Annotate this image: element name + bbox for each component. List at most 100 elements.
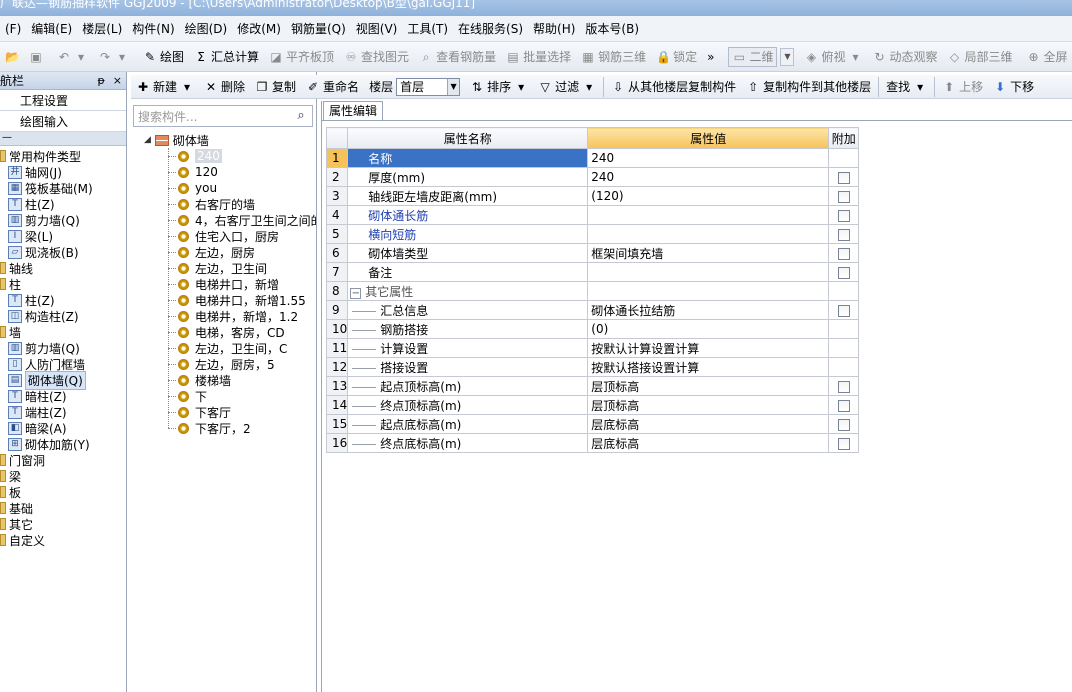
- nav-tree-folder[interactable]: 基础: [0, 500, 126, 516]
- nav-tree-item[interactable]: ▥ 剪力墙(Q): [0, 340, 126, 356]
- extra-checkbox[interactable]: [837, 247, 850, 260]
- menu-item[interactable]: 楼层(L): [77, 16, 127, 41]
- find-element-button[interactable]: ♾ 查找图元: [339, 45, 414, 69]
- property-value-cell[interactable]: 层底标高: [587, 414, 830, 434]
- property-row[interactable]: 16 终点底标高(m) 层底标高: [325, 433, 860, 453]
- component-list-item[interactable]: 左边，厨房，5: [138, 356, 316, 372]
- property-row[interactable]: 5 横向短筋: [325, 224, 860, 244]
- flush-slab-button[interactable]: ◪ 平齐板顶: [264, 45, 339, 69]
- menu-item[interactable]: 版本号(B): [580, 16, 644, 41]
- nav-tree-item[interactable]: T 柱(Z): [0, 196, 126, 212]
- nav-tree-folder[interactable]: 轴线: [0, 260, 126, 276]
- redo-button[interactable]: ↷ ▾: [93, 45, 134, 69]
- fullscreen-button[interactable]: ⊕ 全屏: [1022, 45, 1072, 69]
- menu-item[interactable]: 视图(V): [351, 16, 403, 41]
- open-button[interactable]: 📂: [0, 45, 24, 69]
- tab-property-edit[interactable]: 属性编辑: [323, 101, 383, 121]
- component-list-item[interactable]: 左边，卫生间，C: [138, 340, 316, 356]
- menu-item[interactable]: 绘图(D): [180, 16, 233, 41]
- copy-from-floor-button[interactable]: ⇩ 从其他楼层复制构件: [606, 75, 741, 98]
- floor-select[interactable]: 首层 ▼: [396, 77, 461, 96]
- new-component-button[interactable]: ✚ 新建 ▾: [131, 75, 199, 98]
- lock-button[interactable]: 🔒 锁定: [651, 45, 702, 69]
- property-value-cell[interactable]: (120): [587, 186, 830, 206]
- rename-component-button[interactable]: ✐ 重命名: [301, 75, 364, 98]
- chevron-down-icon[interactable]: ▼: [780, 47, 795, 66]
- property-value-cell[interactable]: 按默认搭接设置计算: [587, 357, 830, 377]
- menu-item[interactable]: 在线服务(S): [453, 16, 528, 41]
- property-value-cell[interactable]: 240: [587, 167, 830, 187]
- property-value-cell[interactable]: 层顶标高: [587, 376, 830, 396]
- find-button[interactable]: 查找 ▾: [881, 75, 932, 98]
- component-list-item[interactable]: 左边，卫生间: [138, 260, 316, 276]
- component-list-item[interactable]: 下客厅: [138, 404, 316, 420]
- nav-tree-folder[interactable]: 梁: [0, 468, 126, 484]
- rebar-3d-button[interactable]: ▦ 钢筋三维: [576, 45, 651, 69]
- menu-item[interactable]: 修改(M): [232, 16, 286, 41]
- property-row[interactable]: 13 起点顶标高(m) 层顶标高: [325, 376, 860, 396]
- view-rebar-button[interactable]: ⌕ 查看钢筋量: [414, 45, 501, 69]
- property-row[interactable]: 11 计算设置 按默认计算设置计算: [325, 338, 860, 358]
- menu-item[interactable]: 帮助(H): [528, 16, 580, 41]
- extra-checkbox[interactable]: [837, 380, 850, 393]
- save-button[interactable]: ▣: [24, 45, 48, 69]
- nav-tree-folder[interactable]: 板: [0, 484, 126, 500]
- component-tree-root[interactable]: ◢ 砌体墙: [138, 132, 316, 148]
- property-value-cell[interactable]: 框架间填充墙: [587, 243, 830, 263]
- sum-calc-button[interactable]: Σ 汇总计算: [189, 45, 264, 69]
- nav-collapse-strip[interactable]: —: [0, 132, 126, 146]
- nav-tree-folder[interactable]: 其它: [0, 516, 126, 532]
- menu-item[interactable]: 钢筋量(Q): [286, 16, 351, 41]
- draw-button[interactable]: ✎ 绘图: [138, 45, 189, 69]
- component-search-input[interactable]: 搜索构件... ⌕: [133, 105, 313, 127]
- pin-icon[interactable]: ᵽ: [97, 74, 104, 87]
- nav-tree-item[interactable]: ◧ 暗梁(A): [0, 420, 126, 436]
- nav-tree-folder[interactable]: 常用构件类型: [0, 148, 126, 164]
- menu-item[interactable]: 工具(T): [402, 16, 453, 41]
- collapse-icon[interactable]: −: [350, 287, 362, 299]
- extra-checkbox[interactable]: [837, 171, 850, 184]
- move-down-button[interactable]: ⬇ 下移: [988, 75, 1039, 98]
- nav-tree-folder[interactable]: 墙: [0, 324, 126, 340]
- filter-button[interactable]: ▽ 过滤 ▾: [533, 75, 601, 98]
- nav-tree-item[interactable]: T 暗柱(Z): [0, 388, 126, 404]
- property-value-cell[interactable]: [587, 262, 830, 282]
- move-up-button[interactable]: ⬆ 上移: [937, 75, 988, 98]
- property-value-cell[interactable]: 按默认计算设置计算: [587, 338, 830, 358]
- undo-button[interactable]: ↶ ▾: [52, 45, 93, 69]
- component-list-item[interactable]: you: [138, 180, 316, 196]
- extra-checkbox[interactable]: [837, 209, 850, 222]
- component-list-item[interactable]: 住宅入口，厨房: [138, 228, 316, 244]
- extra-checkbox[interactable]: [837, 399, 850, 412]
- nav-tree-item[interactable]: ▱ 现浇板(B): [0, 244, 126, 260]
- component-list-item[interactable]: 下客厅，2: [138, 420, 316, 436]
- property-row[interactable]: 9 汇总信息 砌体通长拉结筋: [325, 300, 860, 320]
- component-list-item[interactable]: 240: [138, 148, 316, 164]
- nav-tree-item[interactable]: ▦ 筏板基础(M): [0, 180, 126, 196]
- sort-button[interactable]: ⇅ 排序 ▾: [465, 75, 533, 98]
- nav-tree-item[interactable]: ▥ 剪力墙(Q): [0, 212, 126, 228]
- chevron-down-icon[interactable]: ▼: [447, 78, 460, 95]
- property-value-cell[interactable]: 层底标高: [587, 433, 830, 453]
- nav-tree-item[interactable]: 井轴网(J): [0, 164, 126, 180]
- extra-checkbox[interactable]: [837, 190, 850, 203]
- dynamic-view-button[interactable]: ↻ 动态观察: [868, 45, 943, 69]
- property-row[interactable]: 8− 其它属性: [325, 281, 860, 301]
- nav-tree-item[interactable]: T 端柱(Z): [0, 404, 126, 420]
- top-view-button[interactable]: ◈ 俯视 ▾: [799, 45, 867, 69]
- extra-checkbox[interactable]: [837, 228, 850, 241]
- property-row[interactable]: 6 砌体墙类型 框架间填充墙: [325, 243, 860, 263]
- view-mode-combo[interactable]: ▭ 二维 ▼: [723, 45, 799, 69]
- property-row[interactable]: 12 搭接设置 按默认搭接设置计算: [325, 357, 860, 377]
- property-row[interactable]: 7 备注: [325, 262, 860, 282]
- component-list-item[interactable]: 楼梯墙: [138, 372, 316, 388]
- nav-tree-folder[interactable]: 柱: [0, 276, 126, 292]
- property-value-cell[interactable]: (0): [587, 319, 830, 339]
- component-list-item[interactable]: 右客厅的墙: [138, 196, 316, 212]
- collapse-triangle-icon[interactable]: ◢: [144, 135, 151, 145]
- nav-tree-item[interactable]: ◫ 构造柱(Z): [0, 308, 126, 324]
- extra-checkbox[interactable]: [837, 304, 850, 317]
- local-3d-button[interactable]: ◇ 局部三维: [943, 45, 1018, 69]
- menu-item[interactable]: 构件(N): [127, 16, 179, 41]
- close-icon[interactable]: ×: [113, 74, 122, 87]
